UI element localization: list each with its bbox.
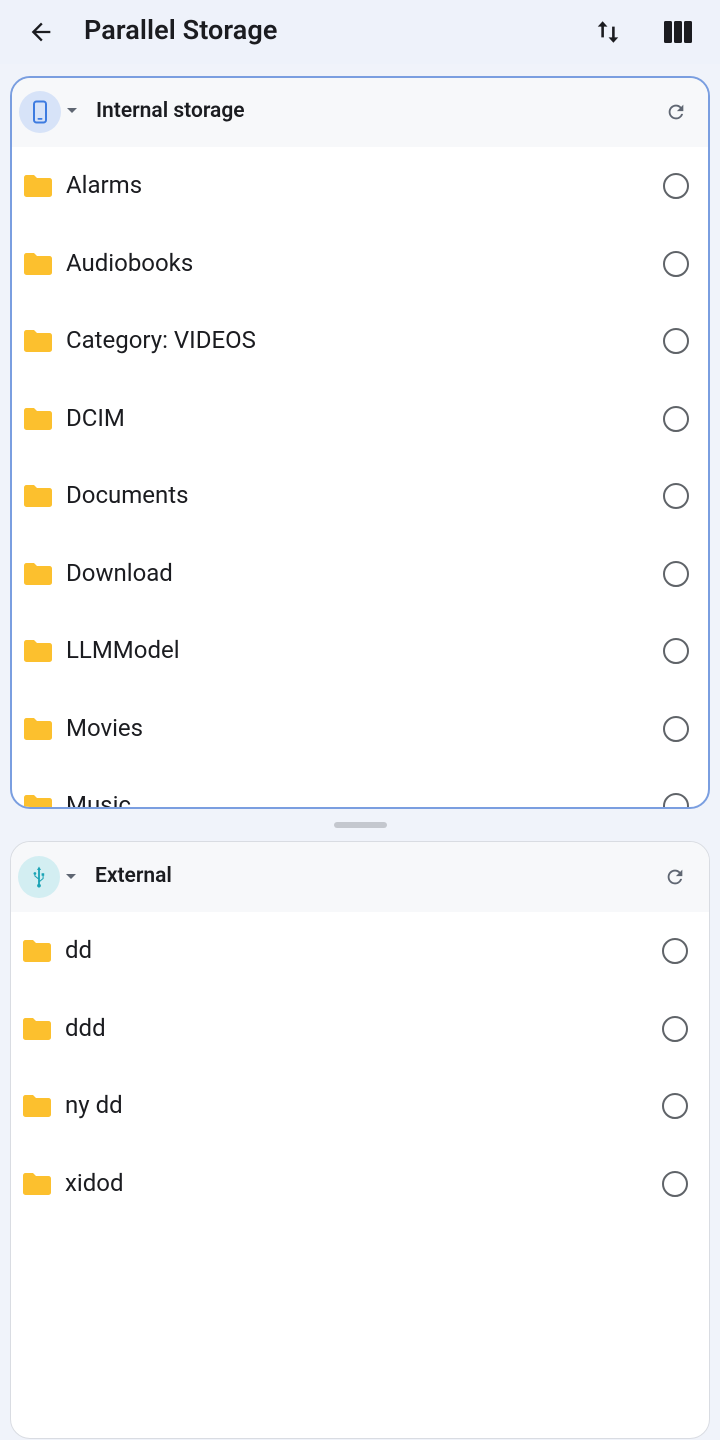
pane-resize-handle[interactable] <box>334 822 387 828</box>
view-columns-icon <box>664 21 692 43</box>
folder-name: dd <box>65 936 93 964</box>
folder-row[interactable]: Music <box>12 767 708 809</box>
folder-row[interactable]: ny dd <box>11 1067 709 1145</box>
file-list: Alarms Audiobooks Category: VIDEOS DCIM Docu… <box>12 147 708 809</box>
phone-icon <box>33 100 47 124</box>
folder-icon <box>23 1017 51 1040</box>
select-radio[interactable] <box>663 560 689 587</box>
refresh-button[interactable] <box>664 100 688 124</box>
folder-name: Audiobooks <box>66 248 194 277</box>
swap-vertical-icon <box>597 21 619 43</box>
volume-name[interactable]: External <box>95 864 172 888</box>
refresh-button[interactable] <box>663 865 687 889</box>
folder-name: Category: VIDEOS <box>66 326 256 354</box>
pane-external: External dd ddd ny dd xidod <box>10 841 710 1439</box>
folder-row[interactable]: dd <box>11 912 709 990</box>
folder-row[interactable]: ddd <box>11 990 709 1068</box>
select-radio[interactable] <box>662 1170 688 1197</box>
folder-icon <box>24 717 52 740</box>
arrow-left-icon <box>31 22 51 42</box>
folder-row[interactable]: DCIM <box>12 380 708 458</box>
refresh-icon <box>667 869 683 885</box>
folder-icon <box>24 640 52 662</box>
pane-internal-storage: Internal storage Alarms Audiobooks Categor… <box>10 76 710 809</box>
folder-row[interactable]: Movies <box>12 690 708 768</box>
volume-name[interactable]: Internal storage <box>96 99 245 123</box>
folder-row[interactable]: Category: VIDEOS <box>12 302 708 380</box>
select-radio[interactable] <box>662 1015 688 1042</box>
swap-panes-button[interactable] <box>588 12 628 52</box>
select-radio[interactable] <box>662 938 688 964</box>
folder-name: Download <box>66 558 173 587</box>
select-radio[interactable] <box>663 483 689 509</box>
folder-name: ddd <box>65 1013 106 1042</box>
page-title: Parallel Storage <box>84 14 278 46</box>
pane-header: External <box>11 842 709 912</box>
folder-row[interactable]: Download <box>12 535 708 613</box>
folder-row[interactable]: Documents <box>12 457 708 535</box>
folder-icon <box>23 940 51 962</box>
folder-icon <box>24 795 52 807</box>
select-radio[interactable] <box>663 405 689 432</box>
folder-icon <box>24 330 52 352</box>
top-app-bar: Parallel Storage <box>0 0 720 64</box>
select-radio[interactable] <box>663 250 689 277</box>
folder-name: ny dd <box>65 1091 123 1119</box>
volume-dropdown-caret-icon[interactable] <box>67 108 77 113</box>
select-radio[interactable] <box>663 173 689 199</box>
select-radio[interactable] <box>663 793 689 807</box>
volume-icon-button[interactable] <box>18 856 60 898</box>
volume-dropdown-caret-icon[interactable] <box>66 874 76 879</box>
folder-icon <box>24 485 52 507</box>
folder-row[interactable]: LLMModel <box>12 612 708 690</box>
file-list: dd ddd ny dd xidod <box>11 912 709 1222</box>
select-radio[interactable] <box>662 1093 688 1119</box>
volume-icon-button[interactable] <box>19 91 61 133</box>
folder-name: Alarms <box>66 171 143 199</box>
folder-row[interactable]: Alarms <box>12 147 708 225</box>
folder-icon <box>24 407 52 430</box>
folder-name: Movies <box>66 713 144 742</box>
pane-header: Internal storage <box>12 78 708 147</box>
folder-icon <box>23 1172 51 1195</box>
folder-icon <box>24 175 52 197</box>
folder-name: xidod <box>65 1168 124 1197</box>
folder-name: Music <box>66 791 131 809</box>
select-radio[interactable] <box>663 328 689 354</box>
folder-row[interactable]: Audiobooks <box>12 225 708 303</box>
back-button[interactable] <box>20 12 62 52</box>
folder-icon <box>23 1095 51 1117</box>
folder-icon <box>24 562 52 585</box>
select-radio[interactable] <box>663 638 689 664</box>
columns-view-button[interactable] <box>658 12 698 52</box>
select-radio[interactable] <box>663 715 689 742</box>
usb-icon <box>33 866 45 888</box>
folder-name: DCIM <box>66 403 125 432</box>
folder-name: Documents <box>66 481 189 509</box>
folder-icon <box>24 252 52 275</box>
folder-row[interactable]: xidod <box>11 1145 709 1223</box>
refresh-icon <box>668 104 684 120</box>
folder-name: LLMModel <box>66 636 180 664</box>
